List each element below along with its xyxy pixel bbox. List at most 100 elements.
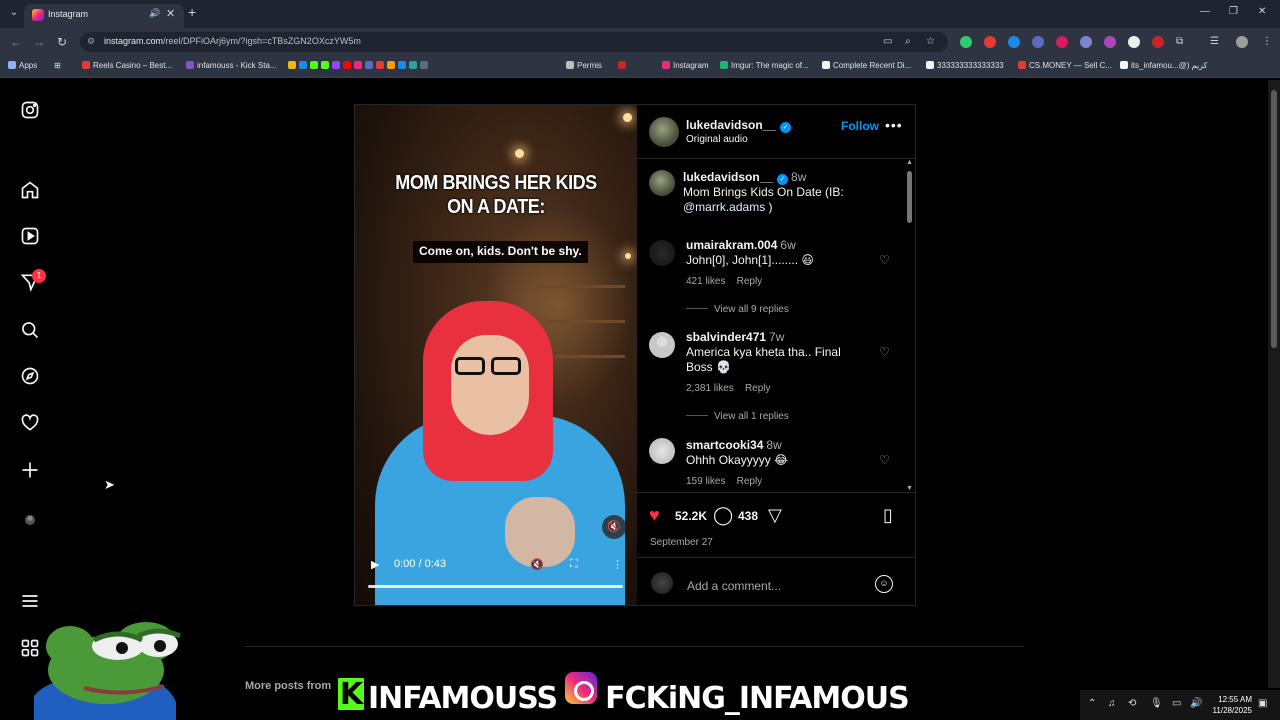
minimize-button[interactable]: — xyxy=(1200,6,1210,17)
restore-button[interactable]: ❐ xyxy=(1229,6,1238,17)
comment-username[interactable]: umairakram.004 xyxy=(686,238,777,252)
comment-username[interactable]: smartcooki34 xyxy=(686,438,763,452)
post-options-icon[interactable]: ••• xyxy=(885,117,903,133)
bookmark-csmoney[interactable]: CS.MONEY — Sell C... xyxy=(1018,61,1112,70)
browser-tab-instagram[interactable]: Instagram 🔊 ✕ xyxy=(24,4,184,28)
video-progress-bar[interactable] xyxy=(368,585,623,588)
comment-likes[interactable]: 2,381 likes xyxy=(686,383,734,394)
extension-icon[interactable] xyxy=(1080,36,1092,48)
comment-username[interactable]: sbalvinder471 xyxy=(686,330,766,344)
extension-icon[interactable] xyxy=(1104,36,1116,48)
home-icon[interactable] xyxy=(20,180,40,200)
original-audio-link[interactable]: Original audio xyxy=(686,134,748,145)
comments-list[interactable]: lukedavidson__ ✓ 8w Mom Brings Kids On Dat… xyxy=(637,160,915,492)
comment-like-heart-icon[interactable]: ♡ xyxy=(879,345,890,359)
profile-avatar[interactable] xyxy=(1236,36,1248,48)
browser-menu-icon[interactable]: ⋮ xyxy=(1262,36,1272,47)
extension-icon[interactable] xyxy=(984,36,996,48)
scroll-down-icon[interactable]: ▼ xyxy=(906,485,913,492)
comment-like-heart-icon[interactable]: ♡ xyxy=(879,453,890,467)
window-close-button[interactable]: ✕ xyxy=(1258,6,1266,17)
author-avatar[interactable] xyxy=(649,117,679,147)
more-menu-icon[interactable] xyxy=(20,591,40,611)
apps-grid-icon[interactable]: ⊞ xyxy=(54,61,61,70)
extension-icon[interactable] xyxy=(1056,36,1068,48)
notifications-heart-icon[interactable] xyxy=(20,413,40,433)
site-info-icon[interactable]: ⚙ xyxy=(87,36,95,47)
comments-scrollbar[interactable]: ▲ ▼ xyxy=(905,159,915,495)
bookmark-x[interactable]: 333333333333333 xyxy=(926,61,1004,70)
view-replies-button[interactable]: View all 9 replies xyxy=(686,304,789,315)
tray-overflow-icon[interactable]: ⌃ xyxy=(1088,698,1096,709)
network-icon[interactable]: ▭ xyxy=(1172,698,1181,709)
page-scrollbar[interactable] xyxy=(1268,80,1280,688)
extension-icon[interactable] xyxy=(1152,36,1164,48)
zoom-icon[interactable]: ⌕ xyxy=(905,36,911,47)
tab-close-icon[interactable]: ✕ xyxy=(166,7,175,20)
reel-video-player[interactable]: MOM BRINGS HER KIDS ON A DATE: Come on, … xyxy=(355,105,637,605)
explore-compass-icon[interactable] xyxy=(20,366,40,386)
cast-icon[interactable]: ▭ xyxy=(883,36,892,47)
notification-center-icon[interactable]: ▣ xyxy=(1258,698,1267,709)
like-heart-icon[interactable]: ♥ xyxy=(649,505,660,526)
like-count[interactable]: 52.2K xyxy=(675,509,707,523)
back-button[interactable]: ← xyxy=(10,35,22,49)
bookmark-icon-row[interactable] xyxy=(288,61,431,70)
share-icon[interactable]: ▽ xyxy=(768,505,782,526)
taskbar-clock[interactable]: 12:55 AM 11/28/2025 xyxy=(1210,694,1252,716)
extension-icon[interactable] xyxy=(1032,36,1044,48)
bookmark-kick[interactable]: infamouss - Kick Sta... xyxy=(186,61,277,70)
volume-muted-icon[interactable]: 🔇 xyxy=(530,558,544,571)
caption-author-avatar[interactable] xyxy=(649,170,675,196)
follow-button[interactable]: Follow xyxy=(841,119,879,133)
extension-icon[interactable] xyxy=(1008,36,1020,48)
reels-icon[interactable] xyxy=(20,226,40,246)
extension-icon[interactable] xyxy=(1128,36,1140,48)
scroll-up-icon[interactable]: ▲ xyxy=(906,159,913,166)
comment-likes[interactable]: 159 likes xyxy=(686,476,725,487)
bookmark-tiktok[interactable]: its_infamou...@) كريم xyxy=(1120,61,1207,70)
search-icon[interactable] xyxy=(20,320,40,340)
comment-reply-button[interactable]: Reply xyxy=(737,476,763,487)
comment-reply-button[interactable]: Reply xyxy=(745,383,771,394)
emoji-picker-icon[interactable]: ☺ xyxy=(875,575,893,593)
bookmark-reels-casino[interactable]: Reels Casino – Best... xyxy=(82,61,172,70)
forward-button[interactable]: → xyxy=(33,35,45,49)
bookmark-github[interactable]: Complete Recent Di... xyxy=(822,61,911,70)
tab-audio-icon[interactable]: 🔊 xyxy=(149,8,160,19)
comment-avatar[interactable] xyxy=(649,240,675,266)
save-bookmark-icon[interactable]: ▯ xyxy=(883,505,893,526)
video-mute-icon[interactable]: 🔇 xyxy=(602,515,626,539)
author-username[interactable]: lukedavidson__ ✓ xyxy=(686,118,792,133)
comment-bubble-icon[interactable]: ◯ xyxy=(713,505,733,526)
new-tab-button[interactable]: + xyxy=(188,4,196,20)
bookmark-permis[interactable]: Permis xyxy=(566,61,602,70)
reload-button[interactable]: ↻ xyxy=(57,35,67,49)
bookmark-instagram[interactable]: Instagram xyxy=(662,61,709,70)
profile-avatar-icon[interactable] xyxy=(20,510,40,530)
comment-reply-button[interactable]: Reply xyxy=(737,276,763,287)
scrollbar-thumb[interactable] xyxy=(1271,90,1277,348)
address-bar[interactable]: ⚙ instagram.com/reel/DPFiOArj6ym/?igsh=c… xyxy=(80,32,948,52)
caption-username[interactable]: lukedavidson__ xyxy=(683,170,773,184)
sync-icon[interactable]: ⟲ xyxy=(1128,698,1136,709)
headset-icon[interactable]: ♫ xyxy=(1108,698,1116,709)
play-icon[interactable]: ▶ xyxy=(371,558,379,571)
comment-avatar[interactable] xyxy=(649,438,675,464)
comments-scroll-thumb[interactable] xyxy=(907,171,912,223)
view-replies-button[interactable]: View all 1 replies xyxy=(686,411,789,422)
comment-likes[interactable]: 421 likes xyxy=(686,276,725,287)
microphone-icon[interactable]: 🎙 xyxy=(1150,698,1163,709)
comment-avatar[interactable] xyxy=(649,332,675,358)
add-comment-input[interactable]: Add a comment... xyxy=(687,579,781,593)
bookmark-red-icon[interactable] xyxy=(618,61,629,70)
instagram-logo-icon[interactable] xyxy=(20,100,40,120)
bookmark-star-icon[interactable]: ☆ xyxy=(926,36,935,47)
url-text[interactable]: instagram.com/reel/DPFiOArj6ym/?igsh=cTB… xyxy=(104,36,361,46)
extensions-puzzle-icon[interactable]: ⧉ xyxy=(1176,36,1183,47)
create-plus-icon[interactable] xyxy=(20,460,40,480)
fullscreen-icon[interactable]: ⛶ xyxy=(570,558,578,571)
caption-mention-link[interactable]: @marrk.adams xyxy=(683,200,765,214)
extension-icon[interactable] xyxy=(960,36,972,48)
volume-icon[interactable]: 🔊 xyxy=(1190,698,1202,709)
